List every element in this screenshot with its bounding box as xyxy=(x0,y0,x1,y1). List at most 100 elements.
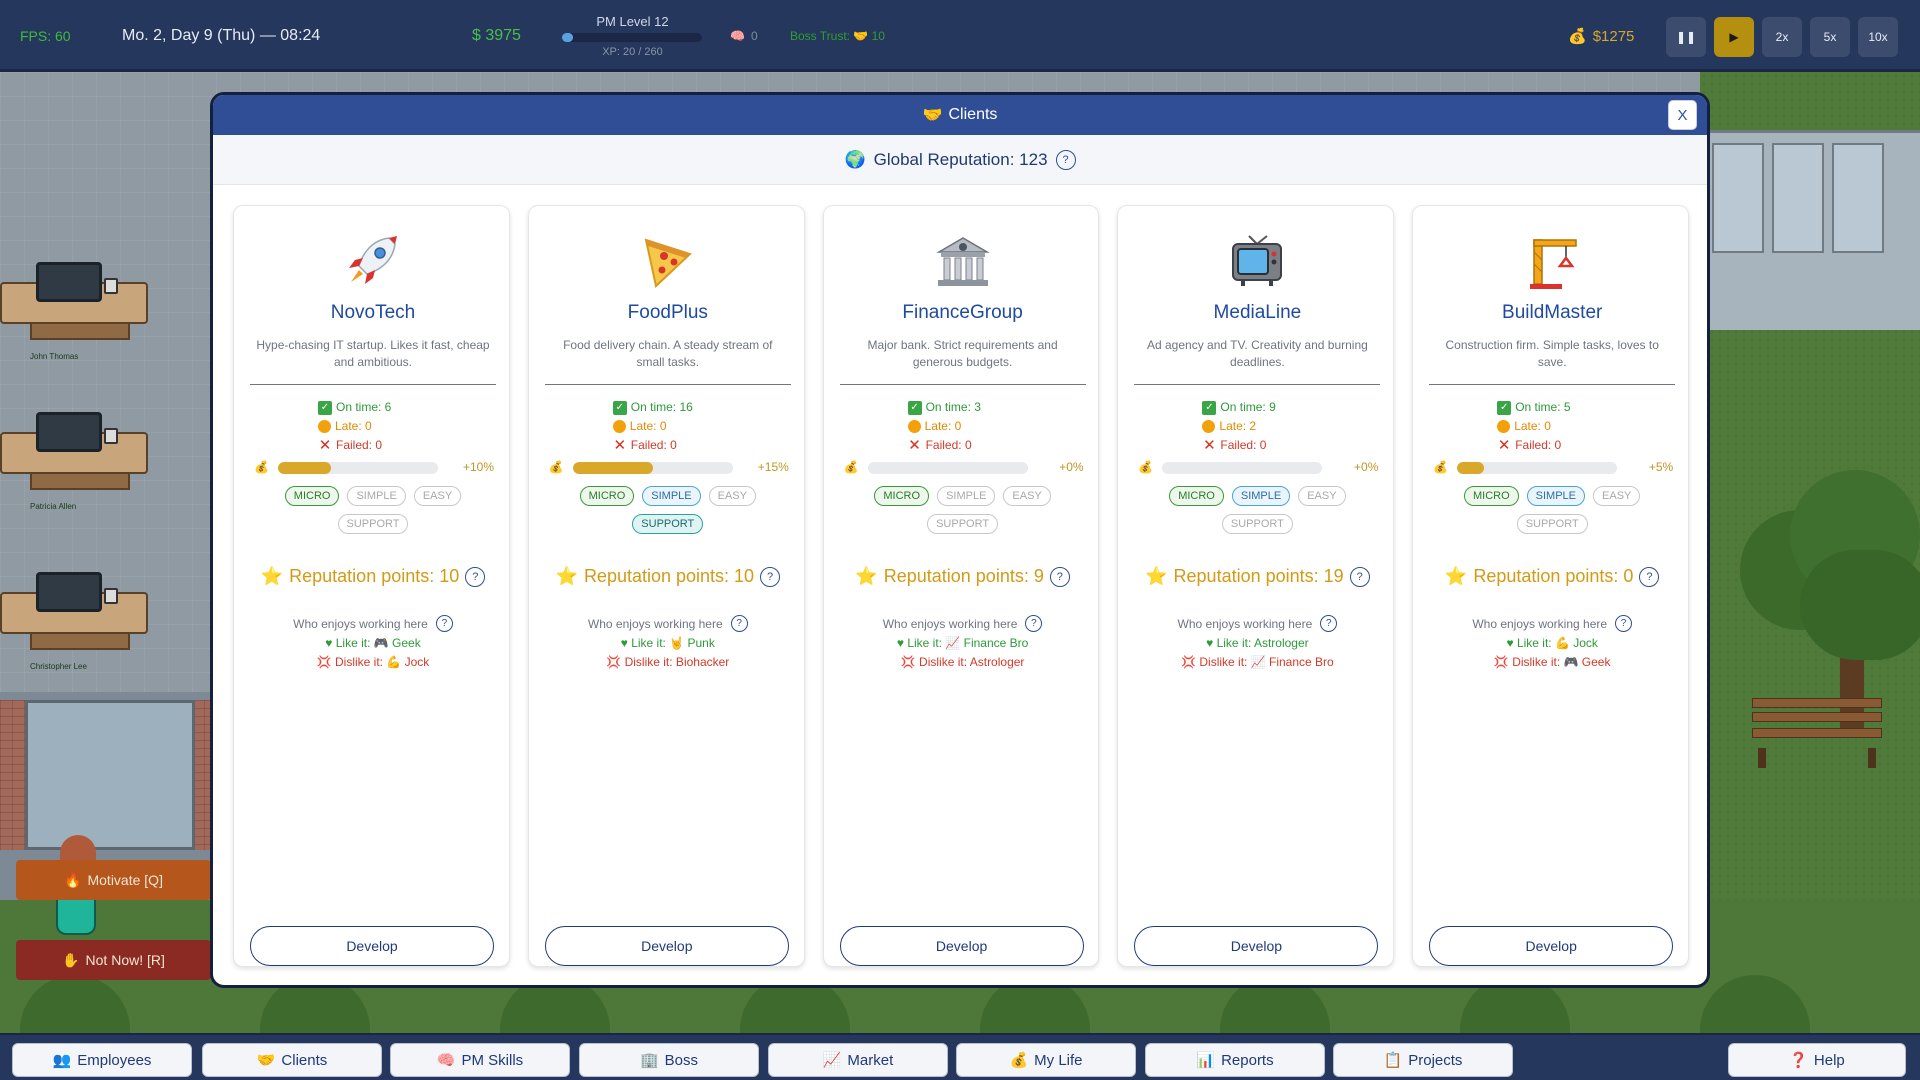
project-type-tag: SUPPORT xyxy=(1516,514,1588,534)
project-type-tag: EASY xyxy=(1593,486,1641,506)
nav-boss-button[interactable]: 🏢 Boss xyxy=(579,1043,759,1077)
heart-icon: ♥ xyxy=(620,636,628,650)
develop-button[interactable]: Develop xyxy=(839,926,1084,966)
building-window xyxy=(1772,143,1824,253)
bonus-progress: 💰 +10% xyxy=(254,460,494,476)
nav-market-button[interactable]: 📈 Market xyxy=(768,1043,948,1077)
global-reputation: 🌍 Global Reputation: 123 ? xyxy=(213,135,1707,185)
speed-5x-button[interactable]: 5x xyxy=(1810,17,1850,57)
project-type-tag: MICRO xyxy=(579,486,635,506)
client-description: Food delivery chain. A steady stream of … xyxy=(563,338,773,369)
bank-icon xyxy=(824,232,1102,288)
desk[interactable] xyxy=(0,262,148,342)
who-enjoys: Who enjoys working here ? xyxy=(234,615,512,632)
develop-button[interactable]: Develop xyxy=(1429,926,1674,966)
help-icon[interactable]: ? xyxy=(1639,566,1660,587)
client-description: Hype-chasing IT startup. Likes it fast, … xyxy=(256,338,490,369)
help-icon[interactable]: ? xyxy=(1615,615,1633,632)
project-types: MICRO SIMPLE EASY SUPPORT xyxy=(529,486,807,534)
desk[interactable] xyxy=(0,572,148,652)
late-count: Late: 2 xyxy=(1219,419,1257,433)
bonus-progress-fill xyxy=(1457,462,1485,474)
motivate-button[interactable]: 🔥 Motivate [Q] xyxy=(16,860,211,900)
help-icon[interactable]: ? xyxy=(1025,615,1043,632)
check-icon: ✓ xyxy=(318,400,332,415)
play-button[interactable]: ▶ xyxy=(1714,17,1754,57)
develop-button[interactable]: Develop xyxy=(1134,926,1379,966)
nav-projects-button[interactable]: 📋 Projects xyxy=(1333,1043,1513,1077)
project-type-tag: EASY xyxy=(413,486,462,506)
heart-icon: ♥ xyxy=(896,636,904,650)
liked-by: ♥ Like it: 📈 Finance Bro xyxy=(896,636,1029,650)
handshake-icon: 🤝 xyxy=(922,107,943,124)
bonus-percent: +15% xyxy=(757,460,789,474)
desk[interactable] xyxy=(0,412,148,492)
nav-pm-skills-button[interactable]: 🧠 PM Skills xyxy=(390,1043,570,1077)
client-description: Major bank. Strict requirements and gene… xyxy=(867,338,1058,369)
nav-icon: 👥 xyxy=(52,1052,72,1069)
project-type-tag: SIMPLE xyxy=(1231,486,1291,506)
disliked-by: 💢 Dislike it: Biohacker xyxy=(606,655,730,669)
tree xyxy=(1740,470,1920,730)
bonus-percent: +5% xyxy=(1648,460,1674,474)
project-type-tag: SIMPLE xyxy=(1526,486,1586,506)
star-icon: ⭐ xyxy=(555,566,578,586)
project-type-tag: SUPPORT xyxy=(1221,514,1293,534)
liked-by: ♥ Like it: 💪 Jock xyxy=(1506,636,1598,650)
not-now-button[interactable]: ✋ Not Now! [R] xyxy=(16,940,211,980)
failed-count: Failed: 0 xyxy=(1220,438,1267,452)
nav-my-life-button[interactable]: 💰 My Life xyxy=(956,1043,1136,1077)
modal-title: Clients xyxy=(948,106,998,123)
pause-button[interactable]: ❚❚ xyxy=(1666,17,1706,57)
help-icon[interactable]: ? xyxy=(1049,566,1070,587)
develop-button[interactable]: Develop xyxy=(544,926,789,966)
liked-by: ♥ Like it: 🎮 Geek xyxy=(325,636,421,650)
tv-icon xyxy=(1118,232,1396,288)
project-type-tag: EASY xyxy=(1003,486,1051,506)
nav-reports-button[interactable]: 📊 Reports xyxy=(1145,1043,1325,1077)
help-icon[interactable]: ? xyxy=(1055,149,1076,170)
develop-button[interactable]: Develop xyxy=(250,926,494,966)
xp-bar xyxy=(562,33,702,42)
money-bag-icon: 💰 xyxy=(1138,460,1154,474)
heart-icon: ♥ xyxy=(325,636,333,650)
bonus-progress: 💰 +15% xyxy=(549,460,789,476)
help-icon[interactable]: ? xyxy=(1349,566,1370,587)
on-time-count: On time: 9 xyxy=(1220,400,1276,414)
park-bench xyxy=(1752,698,1882,768)
client-name: NovoTech xyxy=(330,302,416,323)
who-enjoys: Who enjoys working here ? xyxy=(1413,615,1691,632)
xp-label: XP: 20 / 260 xyxy=(602,46,663,58)
help-button[interactable]: ❓ Help xyxy=(1728,1043,1906,1077)
nav-icon: 📈 xyxy=(822,1052,842,1069)
nav-icon: 📊 xyxy=(1196,1052,1216,1069)
crane-icon xyxy=(1413,232,1691,289)
reputation-points: ⭐ Reputation points: 10 ? xyxy=(529,566,807,587)
nav-icon: 📋 xyxy=(1383,1052,1403,1069)
speed-10x-button[interactable]: 10x xyxy=(1858,17,1898,57)
help-icon[interactable]: ? xyxy=(435,615,453,632)
speed-2x-button[interactable]: 2x xyxy=(1762,17,1802,57)
client-cards: NovoTech Hype-chasing IT startup. Likes … xyxy=(233,205,1689,967)
help-icon[interactable]: ? xyxy=(730,615,748,632)
help-icon[interactable]: ? xyxy=(1320,615,1338,632)
rocket-icon xyxy=(234,232,512,288)
bonus-progress: 💰 +0% xyxy=(1138,460,1378,476)
client-card: MediaLine Ad agency and TV. Creativity a… xyxy=(1117,205,1396,967)
delivery-stats: ✓ On time: 16 Late: 0 ✕ Failed: 0 xyxy=(529,398,807,455)
project-type-tag: SUPPORT xyxy=(632,514,704,534)
help-icon[interactable]: ? xyxy=(760,566,781,587)
orange-dot-icon xyxy=(612,420,626,433)
project-type-tag: SUPPORT xyxy=(927,514,999,534)
building-window xyxy=(1712,143,1764,253)
nav-employees-button[interactable]: 👥 Employees xyxy=(12,1043,192,1077)
help-icon[interactable]: ? xyxy=(465,566,486,587)
money-bag-icon: 💰 xyxy=(1433,460,1449,474)
pizza-icon xyxy=(529,232,807,288)
nav-clients-button[interactable]: 🤝 Clients xyxy=(202,1043,382,1077)
anger-icon: 💢 xyxy=(316,655,332,669)
close-button[interactable]: X xyxy=(1668,100,1697,130)
divider xyxy=(250,384,496,385)
on-time-count: On time: 5 xyxy=(1515,400,1571,414)
nav-icon: 💰 xyxy=(1009,1052,1029,1069)
